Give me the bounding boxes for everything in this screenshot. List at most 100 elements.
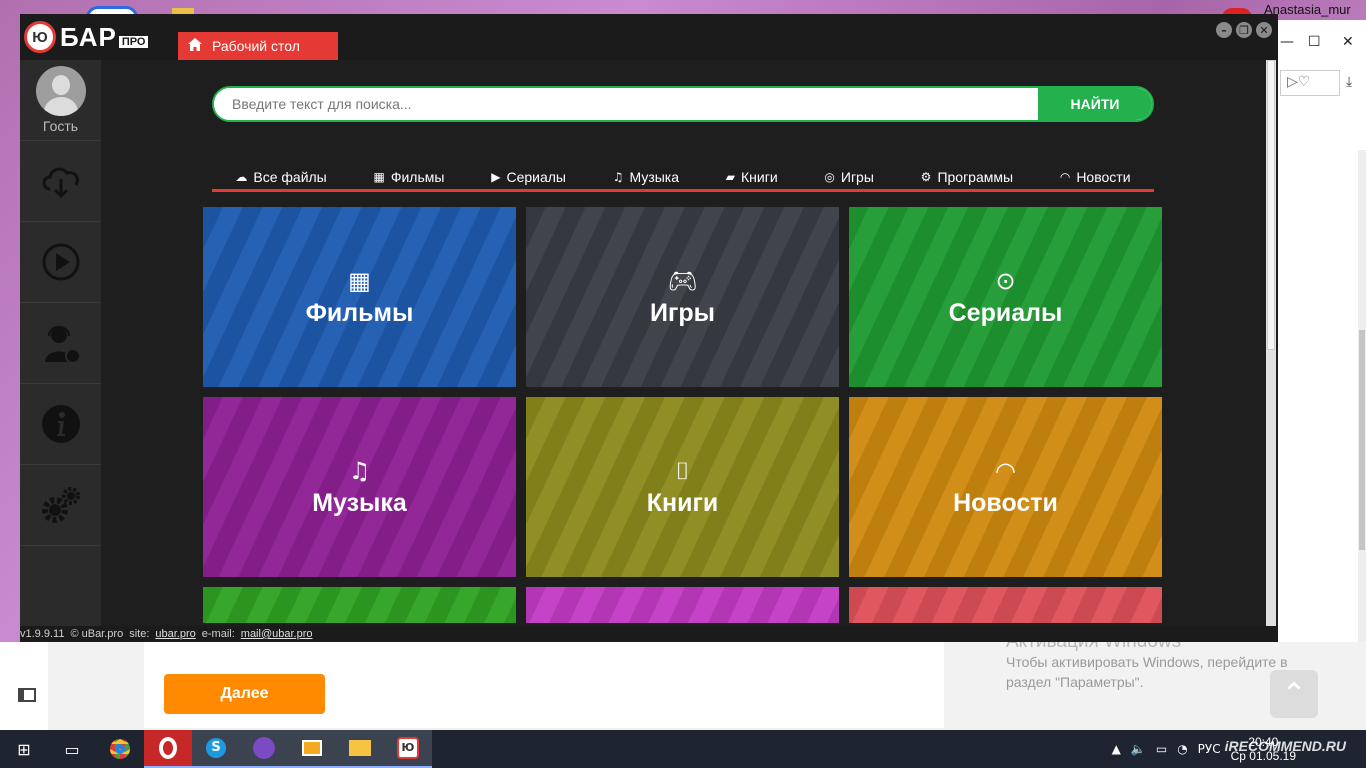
tile-music[interactable]: ♫ Музыка <box>203 397 516 577</box>
opera-icon[interactable] <box>144 730 192 768</box>
category-series[interactable]: ▶ Сериалы <box>491 169 566 185</box>
viber-icon[interactable] <box>240 730 288 768</box>
restore-button[interactable]: ❐ <box>1236 22 1252 38</box>
sidebar: Гость <box>20 60 101 626</box>
play-circle-icon: ▶ <box>491 169 501 184</box>
sidebar-item-info[interactable] <box>20 384 101 465</box>
category-label: Все файлы <box>253 168 327 185</box>
category-music[interactable]: ♫ Музыка <box>613 169 679 185</box>
background-scrollbar[interactable] <box>1358 150 1366 710</box>
scroll-up-button[interactable]: ⌃ <box>1270 670 1318 718</box>
category-nav: ☁ Все файлы ▦ Фильмы ▶ Сериалы ♫ Музыка ▰ Кни… <box>212 164 1154 192</box>
sidebar-item-player[interactable] <box>20 222 101 303</box>
battery-icon[interactable]: ▭ <box>1156 742 1167 756</box>
film-icon: ▦ <box>348 266 371 295</box>
tile-news[interactable]: ◠ Новости <box>849 397 1162 577</box>
gear-icon: ⚙ <box>920 169 932 184</box>
window-controls: – ❐ ✕ <box>1216 22 1272 38</box>
tab-desktop-label: Рабочий стол <box>212 38 300 54</box>
sidebar-item-profile[interactable]: Гость <box>20 60 101 141</box>
volume-icon[interactable]: 🔈 <box>1131 742 1146 756</box>
task-view-icon[interactable]: ▭ <box>48 730 96 768</box>
tile-partial-2[interactable] <box>526 587 839 623</box>
category-tiles: ▦ Фильмы 🎮︎ Игры ⊙ Сериалы ♫ Музыка ⌷ Кн… <box>203 207 1163 623</box>
category-news[interactable]: ◠ Новости <box>1060 169 1131 185</box>
tile-movies[interactable]: ▦ Фильмы <box>203 207 516 387</box>
watermark: iRECOMMEND.RU <box>1224 738 1346 754</box>
category-label: Новости <box>1076 168 1131 185</box>
background-browser-window: — ☐ ✕ ▷♡ ⤓ <box>1276 20 1366 720</box>
category-books[interactable]: ▰ Книги <box>726 169 778 185</box>
ubar-logo[interactable]: Ю БАР ПРО <box>24 20 149 54</box>
copyright-text: © uBar.pro <box>70 628 124 640</box>
background-sidebar-strip <box>0 642 48 730</box>
status-bar: v1.9.9.11 © uBar.pro site: ubar.pro e-ma… <box>20 626 1278 642</box>
sidebar-item-downloads[interactable] <box>20 141 101 222</box>
tile-partial-3[interactable] <box>849 587 1162 623</box>
sidebar-item-settings[interactable] <box>20 465 101 546</box>
category-label: Сериалы <box>506 168 566 185</box>
search-bar: НАЙТИ <box>212 86 1154 122</box>
tile-label: Фильмы <box>305 298 414 327</box>
gamepad-icon: ◎ <box>824 169 835 184</box>
tile-books[interactable]: ⌷ Книги <box>526 397 839 577</box>
main-scrollbar[interactable] <box>1266 60 1276 626</box>
play-circle-icon: ⊙ <box>995 266 1016 295</box>
download-icon[interactable]: ⤓ <box>1346 74 1352 90</box>
wifi-icon[interactable]: ◔ <box>1177 742 1187 756</box>
book-icon: ▰ <box>725 169 736 184</box>
rss-icon: ◠ <box>1059 169 1071 184</box>
tile-games[interactable]: 🎮︎ Игры <box>526 207 839 387</box>
language-indicator[interactable]: РУС <box>1198 742 1221 756</box>
tile-series[interactable]: ⊙ Сериалы <box>849 207 1162 387</box>
email-label: e-mail: <box>201 628 235 640</box>
category-movies[interactable]: ▦ Фильмы <box>374 169 445 185</box>
scrollbar-thumb[interactable] <box>1267 60 1275 350</box>
media-player-icon[interactable] <box>288 730 336 768</box>
music-icon: ♫ <box>612 169 624 184</box>
category-label: Фильмы <box>390 168 445 185</box>
category-label: Музыка <box>629 168 680 185</box>
background-window-controls: — ☐ ✕ <box>1276 34 1366 54</box>
file-explorer-icon[interactable] <box>336 730 384 768</box>
guest-label: Гость <box>42 118 79 134</box>
logo-text: БАР <box>60 21 117 52</box>
maximize-icon[interactable]: ☐ <box>1308 34 1321 50</box>
activation-line-2: раздел "Параметры". <box>1006 674 1144 690</box>
rss-icon: ◠ <box>995 456 1016 485</box>
cloud-download-icon: ☁ <box>235 169 248 184</box>
minimize-icon[interactable]: — <box>1280 34 1294 50</box>
search-input[interactable] <box>214 88 1038 120</box>
category-all-files[interactable]: ☁ Все файлы <box>235 169 326 185</box>
tile-label: Новости <box>953 488 1058 517</box>
sidebar-item-support[interactable] <box>20 303 101 384</box>
chrome-icon[interactable] <box>96 730 144 768</box>
search-button[interactable]: НАЙТИ <box>1038 88 1152 120</box>
minimize-button[interactable]: – <box>1216 22 1232 38</box>
film-icon: ▦ <box>373 169 385 184</box>
taskbar: ⊞ ▭ S Ю ▲ 🔈 ▭ ◔ РУС 20:40 Ср 01.05.19 iR… <box>0 730 1366 768</box>
site-link[interactable]: ubar.pro <box>155 628 195 640</box>
close-icon[interactable]: ✕ <box>1342 34 1354 50</box>
next-button[interactable]: Далее <box>164 674 325 714</box>
close-button[interactable]: ✕ <box>1256 22 1272 38</box>
logo-mark: Ю <box>24 21 56 53</box>
category-label: Программы <box>937 168 1014 185</box>
address-bar-fragment[interactable]: ▷♡ <box>1280 70 1340 96</box>
tab-desktop[interactable]: Рабочий стол <box>178 32 338 60</box>
start-button[interactable]: ⊞ <box>0 730 48 768</box>
tile-label: Музыка <box>312 488 407 517</box>
logo-pro: ПРО <box>118 36 149 48</box>
category-programs[interactable]: ⚙ Программы <box>921 169 1013 185</box>
tray-expand-icon[interactable]: ▲ <box>1112 742 1121 756</box>
sidebar-toggle-icon[interactable] <box>18 688 36 702</box>
skype-icon[interactable]: S <box>192 730 240 768</box>
site-label: site: <box>129 628 150 640</box>
title-bar: Ю БАР ПРО Рабочий стол – ❐ ✕ <box>20 14 1278 60</box>
email-link[interactable]: mail@ubar.pro <box>241 628 313 640</box>
ubar-taskbar-icon[interactable]: Ю <box>384 730 432 768</box>
category-games[interactable]: ◎ Игры <box>824 169 874 185</box>
cloud-download-icon <box>42 167 79 199</box>
tile-partial-1[interactable] <box>203 587 516 623</box>
ubar-window: Ю БАР ПРО Рабочий стол – ❐ ✕ Гость Введи… <box>20 14 1278 642</box>
